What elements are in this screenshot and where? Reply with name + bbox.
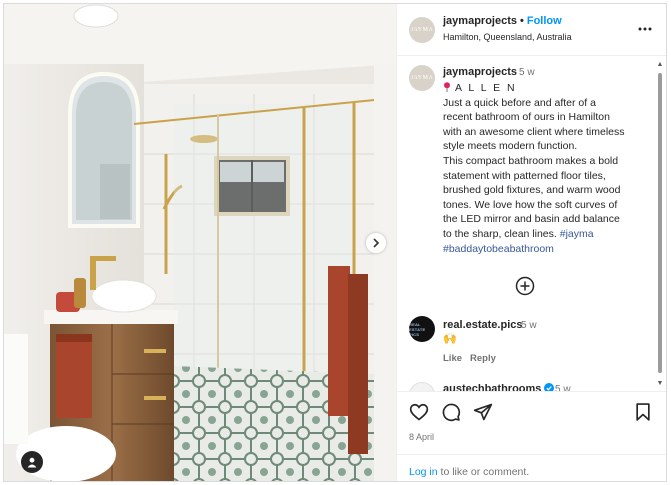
post-actions-bar: 8 April Log in to like or comment.	[397, 391, 666, 481]
hashtag-link[interactable]: #baddaytobeabathroom	[443, 243, 554, 255]
comment-text: 🙌	[443, 333, 457, 345]
share-button[interactable]	[473, 402, 493, 422]
caption-line: style meets modern function.	[443, 140, 578, 153]
follow-button[interactable]: Follow	[527, 15, 562, 27]
login-prompt: Log in to like or comment.	[397, 454, 666, 481]
post-photo[interactable]	[4, 4, 396, 481]
comment-avatar[interactable]	[409, 382, 435, 391]
comment-author-line: austechbathrooms	[443, 383, 555, 391]
heart-icon	[409, 403, 429, 421]
comment-reply-button[interactable]: Reply	[470, 353, 496, 364]
author-avatar-logo: JAYMA	[410, 27, 434, 33]
login-prompt-rest: to like or comment.	[437, 466, 530, 478]
post-location[interactable]: Hamilton, Queensland, Australia	[443, 32, 572, 42]
scroll-up-arrow[interactable]: ▲	[656, 61, 664, 69]
caption-line: brushed gold fixtures, and warm wood	[443, 184, 621, 197]
comments-scroll-area[interactable]: JAYMA jaymaprojects 5 w A L L E N Just a…	[397, 57, 666, 391]
scroll-down-arrow[interactable]: ▼	[656, 380, 664, 388]
instagram-post-embed: JAYMA jaymaprojects • Follow Hamilton, Que…	[3, 3, 667, 482]
login-prompt-text: Log in to like or comment.	[409, 466, 529, 478]
scrollbar-thumb[interactable]	[658, 73, 662, 373]
comment-username[interactable]: austechbathrooms	[443, 383, 541, 391]
comment-icon	[442, 403, 461, 422]
comment-button[interactable]	[441, 402, 461, 422]
save-button[interactable]	[633, 402, 653, 422]
caption-line-with-hashtag: to the sharp, clean lines. #jayma	[443, 227, 647, 242]
bookmark-icon	[636, 403, 650, 421]
comment-time[interactable]: 5 w	[555, 384, 571, 391]
login-link[interactable]: Log in	[409, 466, 438, 478]
user-tag-icon	[27, 457, 37, 467]
round-pushpin-icon	[444, 82, 450, 92]
caption-text: A L L E N Just a quick before and after …	[443, 81, 647, 256]
more-options-button[interactable]	[637, 22, 653, 36]
author-username[interactable]: jaymaprojects	[443, 15, 517, 27]
comment-time[interactable]: 5 w	[521, 320, 537, 331]
caption-line: recent bathroom of ours in Hamilton	[443, 111, 610, 124]
comments-scrollbar[interactable]: ▲ ▼	[656, 61, 664, 388]
comment-like-button[interactable]: Like	[443, 353, 462, 364]
caption-line: tones. We love how the soft curves of	[443, 198, 618, 211]
caption-line: statement with patterned floor tiles,	[443, 169, 606, 182]
post-side-panel: JAYMA jaymaprojects • Follow Hamilton, Que…	[396, 4, 666, 481]
add-comment-icon	[515, 276, 535, 296]
verified-badge-icon	[544, 383, 555, 391]
caption-time[interactable]: 5 w	[519, 67, 535, 78]
caption-heading: A L L E N	[455, 82, 517, 94]
separator-dot: •	[519, 15, 524, 27]
caption-heading-line: A L L E N	[443, 81, 647, 96]
share-icon	[473, 403, 493, 421]
user-tags-button[interactable]	[21, 451, 43, 473]
comment-avatar[interactable]: REAL ESTATE PICS	[409, 316, 435, 342]
post-header: JAYMA jaymaprojects • Follow Hamilton, Que…	[397, 4, 666, 56]
caption-line: to the sharp, clean lines.	[443, 227, 557, 240]
author-line: jaymaprojects • Follow	[443, 15, 562, 27]
caption-avatar[interactable]: JAYMA	[409, 65, 435, 91]
comment-avatar-logo: REAL ESTATE PICS	[409, 321, 426, 337]
caption-line: Just a quick before and after of a	[443, 96, 596, 109]
caption-avatar-logo: JAYMA	[410, 75, 434, 81]
caption-username[interactable]: jaymaprojects	[443, 66, 517, 78]
post-date[interactable]: 8 April	[409, 432, 434, 442]
like-button[interactable]	[409, 402, 429, 422]
caption-line: the LED mirror and basin add balance	[443, 213, 620, 226]
bathroom-photo-illustration	[4, 4, 396, 481]
more-options-icon	[638, 27, 652, 31]
caption-line: with an awesome client where timeless	[443, 125, 625, 138]
next-photo-button[interactable]	[366, 233, 386, 253]
caption-hashtag-line: #baddaytobeabathroom	[443, 242, 647, 257]
comment-username[interactable]: real.estate.pics	[443, 319, 523, 331]
caption-line: This compact bathroom makes a bold	[443, 154, 619, 167]
hashtag-link[interactable]: #jayma	[560, 228, 594, 240]
load-more-comments-button[interactable]	[515, 276, 535, 296]
author-avatar[interactable]: JAYMA	[409, 17, 435, 43]
chevron-right-icon	[373, 238, 380, 248]
